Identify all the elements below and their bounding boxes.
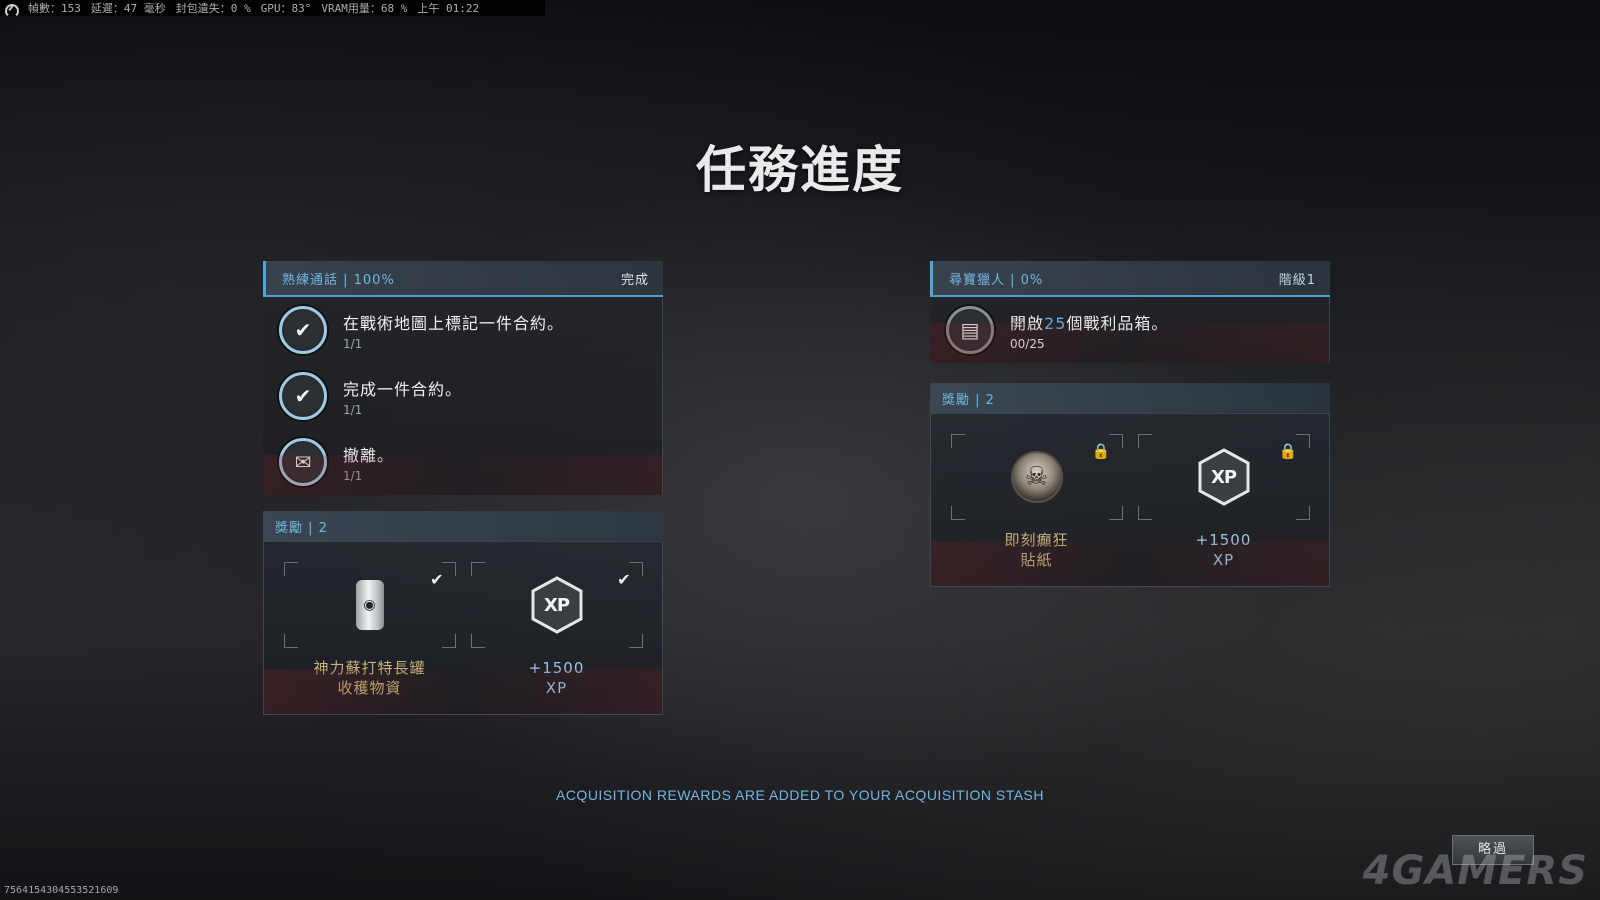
lock-icon: 🔒 xyxy=(1278,442,1298,460)
task-item: ✉ 撤離。 1/1 xyxy=(263,429,662,495)
task-item: ✔ 在戰術地圖上標記一件合約。 1/1 xyxy=(263,297,662,363)
gpu-temp-readout: GPU：83° xyxy=(260,2,312,15)
task-item: ✔ 完成一件合約。 1/1 xyxy=(263,363,662,429)
soda-can-icon: ◉ xyxy=(355,580,384,630)
task-list: ✔ 在戰術地圖上標記一件合約。 1/1 ✔ 完成一件合約。 1/1 ✉ 撤離。 … xyxy=(263,297,663,495)
contract-icon: ✔ xyxy=(279,306,327,354)
task-progress: 1/1 xyxy=(343,468,363,483)
reward-item[interactable]: ☠ 🔒 即刻癲狂 貼紙 xyxy=(950,434,1123,570)
reward-item[interactable]: XP ✔ +1500 XP xyxy=(470,562,643,698)
reward-name-line2: 收穫物資 xyxy=(337,679,402,697)
skull-sticker-icon: ☠ xyxy=(1010,451,1063,503)
packet-loss-readout: 封包遺失：0 % xyxy=(175,2,251,15)
latency-readout: 延遲：47 毫秒 xyxy=(90,2,166,15)
task-list: ▤ 開啟25個戰利品箱。 00/25 xyxy=(930,297,1330,363)
task-progress: 00/25 xyxy=(1010,336,1045,351)
vram-readout: VRAM用量：68 % xyxy=(321,2,408,15)
exfil-icon: ✉ xyxy=(279,438,327,486)
mission-tier: 階級1 xyxy=(1278,272,1316,288)
reward-name-line1: +1500 xyxy=(528,659,585,677)
mission-panel-left: 熟練通話 | 100% 完成 ✔ 在戰術地圖上標記一件合約。 1/1 ✔ 完成一… xyxy=(263,261,663,715)
reward-name-line2: XP xyxy=(1212,551,1235,569)
loot-box-icon: ▤ xyxy=(946,306,994,354)
reward-name-line2: 貼紙 xyxy=(1020,551,1053,569)
reward-name-line1: 即刻癲狂 xyxy=(1004,531,1069,549)
reward-name: +1500 XP xyxy=(1196,530,1252,570)
task-item: ▤ 開啟25個戰利品箱。 00/25 xyxy=(930,297,1329,363)
watermark-logo: 4GAMERS xyxy=(1362,848,1588,894)
task-label: 開啟25個戰利品箱。 xyxy=(1010,313,1169,333)
rewards-header: 獎勵 | 2 xyxy=(263,511,663,541)
reward-name-line1: +1500 xyxy=(1195,531,1252,549)
rewards-list: ◉ ✔ 神力蘇打特長罐 收穫物資 XP ✔ +1500 XP xyxy=(263,541,663,715)
reward-name-line2: XP xyxy=(545,679,568,697)
rewards-header-label: 獎勵 | 2 xyxy=(275,520,328,536)
clock-readout: 上午 01:22 xyxy=(417,2,480,15)
reward-item[interactable]: XP 🔒 +1500 XP xyxy=(1137,434,1310,570)
task-progress: 1/1 xyxy=(343,402,363,417)
fps-readout: 幀數：153 xyxy=(28,2,81,15)
mission-panel-right: 尋寶獵人 | 0% 階級1 ▤ 開啟25個戰利品箱。 00/25 獎勵 | 2 … xyxy=(930,261,1330,587)
rewards-header-label: 獎勵 | 2 xyxy=(942,392,995,408)
task-progress: 1/1 xyxy=(343,336,363,351)
lock-icon: 🔒 xyxy=(1091,442,1111,460)
mission-status: 完成 xyxy=(620,272,649,288)
reward-name-line1: 神力蘇打特長罐 xyxy=(313,659,426,677)
performance-overlay: 幀數：153 延遲：47 毫秒 封包遺失：0 % GPU：83° VRAM用量：… xyxy=(0,0,545,18)
mission-header: 尋寶獵人 | 0% 階級1 xyxy=(930,261,1330,297)
xp-icon: XP xyxy=(531,576,583,634)
check-icon: ✔ xyxy=(617,570,631,589)
contract-icon: ✔ xyxy=(279,372,327,420)
task-label: 在戰術地圖上標記一件合約。 xyxy=(343,313,565,333)
reward-name: 即刻癲狂 貼紙 xyxy=(1004,530,1068,570)
session-id: 7564154304553521609 xyxy=(4,885,119,896)
task-label: 完成一件合約。 xyxy=(343,379,463,399)
xp-icon: XP xyxy=(1198,448,1250,506)
reward-name: 神力蘇打特長罐 收穫物資 xyxy=(313,658,425,698)
speedometer-icon xyxy=(4,2,19,18)
rewards-header: 獎勵 | 2 xyxy=(930,383,1330,413)
reward-name: +1500 XP xyxy=(529,658,585,698)
task-label: 撤離。 xyxy=(343,445,395,465)
rewards-list: ☠ 🔒 即刻癲狂 貼紙 XP 🔒 +1500 XP xyxy=(930,413,1330,587)
reward-item[interactable]: ◉ ✔ 神力蘇打特長罐 收穫物資 xyxy=(283,562,456,698)
check-icon: ✔ xyxy=(430,570,444,589)
mission-header: 熟練通話 | 100% 完成 xyxy=(263,261,663,297)
acquisition-note: ACQUISITION REWARDS ARE ADDED TO YOUR AC… xyxy=(555,787,1045,803)
mission-title: 熟練通話 | 100% xyxy=(282,272,395,288)
mission-title: 尋寶獵人 | 0% xyxy=(949,272,1044,288)
page-title: 任務進度 xyxy=(696,141,904,199)
